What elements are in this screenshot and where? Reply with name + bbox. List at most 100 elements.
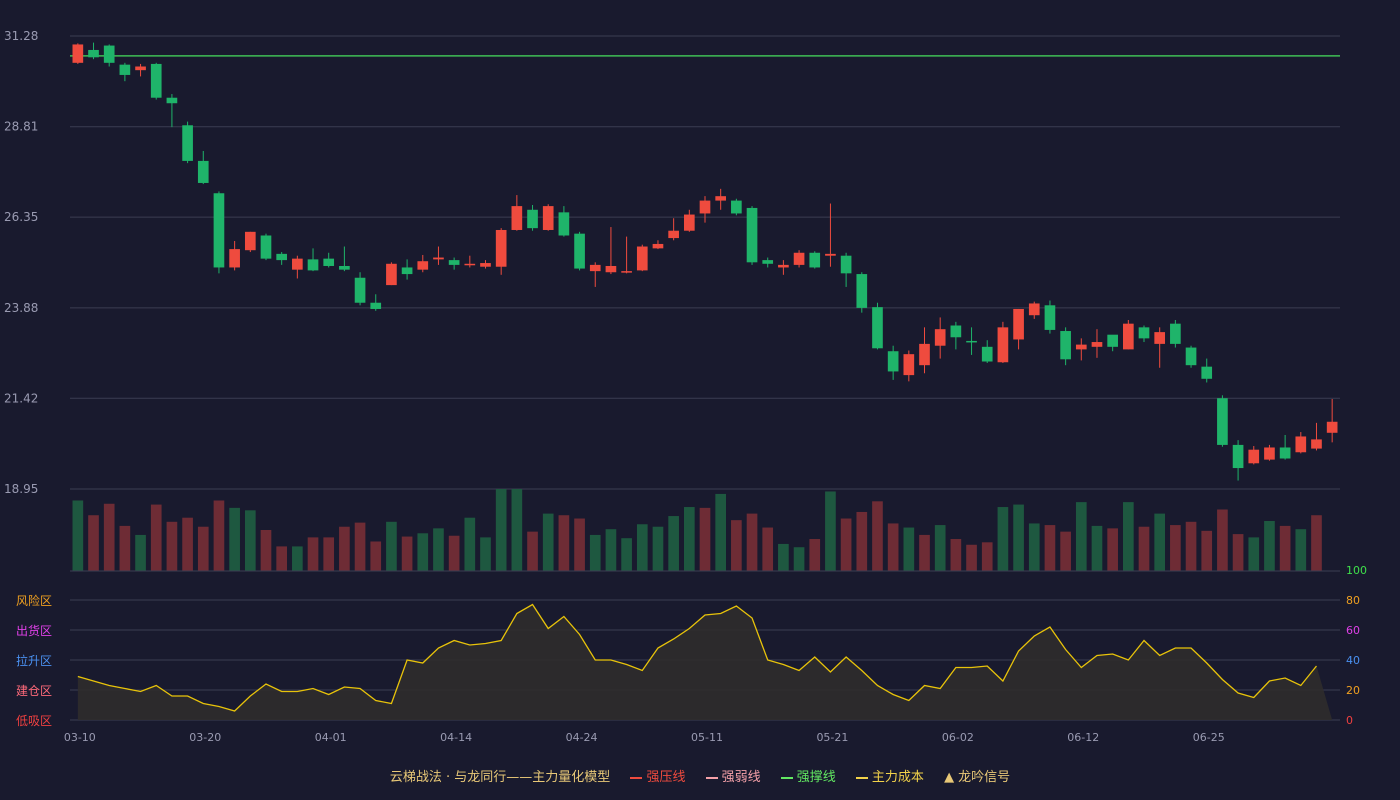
legend-label: 龙吟信号 — [958, 770, 1011, 785]
indicator-tick-label: 80 — [1346, 594, 1360, 607]
candle-body — [746, 207, 758, 263]
candle-body — [731, 200, 742, 214]
volume-bar — [135, 534, 146, 571]
candle-body — [840, 255, 852, 274]
legend-label: 强压线 — [646, 770, 686, 785]
volume-bar — [1123, 502, 1134, 571]
candle-body — [887, 351, 899, 372]
candle-body — [370, 302, 382, 309]
volume-bar — [778, 543, 789, 571]
volume-bar — [213, 500, 225, 571]
volume-bar — [166, 521, 178, 571]
volume-bar — [762, 527, 774, 571]
indicator-zone-label: 风险区 — [16, 593, 52, 608]
price-tick-label: 31.28 — [4, 29, 38, 43]
volume-bar — [793, 547, 805, 571]
candle-body — [354, 277, 366, 303]
price-tick-label: 21.42 — [4, 391, 38, 405]
x-tick-label: 03-10 — [64, 731, 96, 744]
volume-bar — [480, 537, 491, 571]
indicator-tick-label: 100 — [1346, 564, 1367, 577]
volume-bar — [1311, 515, 1322, 571]
volume-bar — [1028, 523, 1040, 571]
candle-body — [1232, 444, 1244, 469]
candle-body — [292, 258, 303, 270]
volume-bar — [103, 503, 115, 571]
candle-body — [872, 307, 883, 349]
volume-bar — [1279, 525, 1291, 571]
volume-bar — [1044, 525, 1056, 571]
volume-bar — [182, 517, 193, 571]
volume-bar — [903, 527, 915, 571]
volume-bar — [260, 530, 272, 571]
candle-body — [213, 193, 225, 268]
candle-body — [244, 231, 256, 251]
candle-body — [981, 346, 993, 362]
candle-body — [1311, 439, 1322, 449]
indicator-zone-label: 出货区 — [16, 623, 52, 638]
legend-item-main-cost[interactable]: 主力成本 — [855, 766, 924, 785]
price-tick-label: 28.81 — [4, 120, 38, 134]
volume-bar — [668, 516, 679, 571]
legend-item-strong-support[interactable]: 强撑线 — [780, 766, 836, 785]
candle-body — [1279, 447, 1291, 459]
volume-bar — [276, 546, 287, 571]
candle-body — [1060, 331, 1071, 360]
candle-body — [1123, 323, 1134, 350]
candle-body — [276, 253, 287, 261]
candle-body — [809, 252, 821, 268]
candle-body — [589, 264, 601, 272]
volume-bar — [856, 511, 868, 571]
volume-bar — [1138, 526, 1150, 571]
volume-bar — [292, 546, 303, 571]
price-tick-label: 26.35 — [4, 210, 38, 224]
volume-bar — [1091, 525, 1103, 571]
candle-body — [103, 45, 115, 63]
volume-bar — [401, 536, 413, 571]
candle-body — [480, 263, 491, 267]
candle-body — [825, 253, 836, 256]
volume-bar — [197, 526, 209, 571]
price-tick-label: 18.95 — [4, 482, 38, 496]
indicator-zone-label: 拉升区 — [16, 653, 52, 668]
volume-bar — [731, 520, 742, 571]
legend-swatch-icon — [705, 776, 718, 779]
candle-body — [1295, 436, 1307, 453]
candle-body — [762, 260, 774, 264]
volume-bar — [1060, 531, 1071, 571]
candle-body — [135, 66, 146, 71]
candle-body — [1028, 303, 1040, 316]
candle-body — [1185, 347, 1197, 366]
volume-bar — [464, 517, 476, 571]
legend-item-strength-line[interactable]: 强弱线 — [705, 766, 761, 785]
volume-bar — [1295, 529, 1307, 571]
candle-body — [997, 327, 1009, 363]
x-tick-label: 06-25 — [1193, 731, 1225, 744]
candle-body — [88, 49, 99, 58]
candle-body — [1201, 366, 1213, 379]
volume-bar — [715, 493, 727, 571]
volume-bar — [840, 518, 852, 571]
candle-body — [778, 264, 789, 268]
volume-bar — [746, 513, 758, 571]
volume-bar — [1232, 534, 1244, 571]
legend-item-strong-resistance[interactable]: 强压线 — [630, 766, 685, 785]
candle-body — [417, 261, 429, 270]
volume-bar — [1185, 521, 1197, 571]
candle-body — [1075, 344, 1087, 350]
volume-bar — [652, 526, 664, 571]
volume-bar — [495, 489, 507, 571]
legend-swatch-icon — [780, 776, 793, 779]
volume-bar — [919, 534, 930, 571]
legend-item-dragon-signal[interactable]: ▲ 龙吟信号 — [944, 766, 1010, 785]
candle-body — [433, 257, 444, 260]
candle-body — [1264, 447, 1275, 460]
candle-body — [793, 252, 805, 265]
candle-body — [856, 274, 868, 308]
volume-bar — [1217, 509, 1228, 571]
x-tick-label: 06-12 — [1067, 731, 1099, 744]
volume-bar — [574, 518, 585, 571]
candle-body — [1091, 342, 1103, 347]
x-tick-label: 05-11 — [691, 731, 723, 744]
volume-bar — [354, 522, 366, 571]
